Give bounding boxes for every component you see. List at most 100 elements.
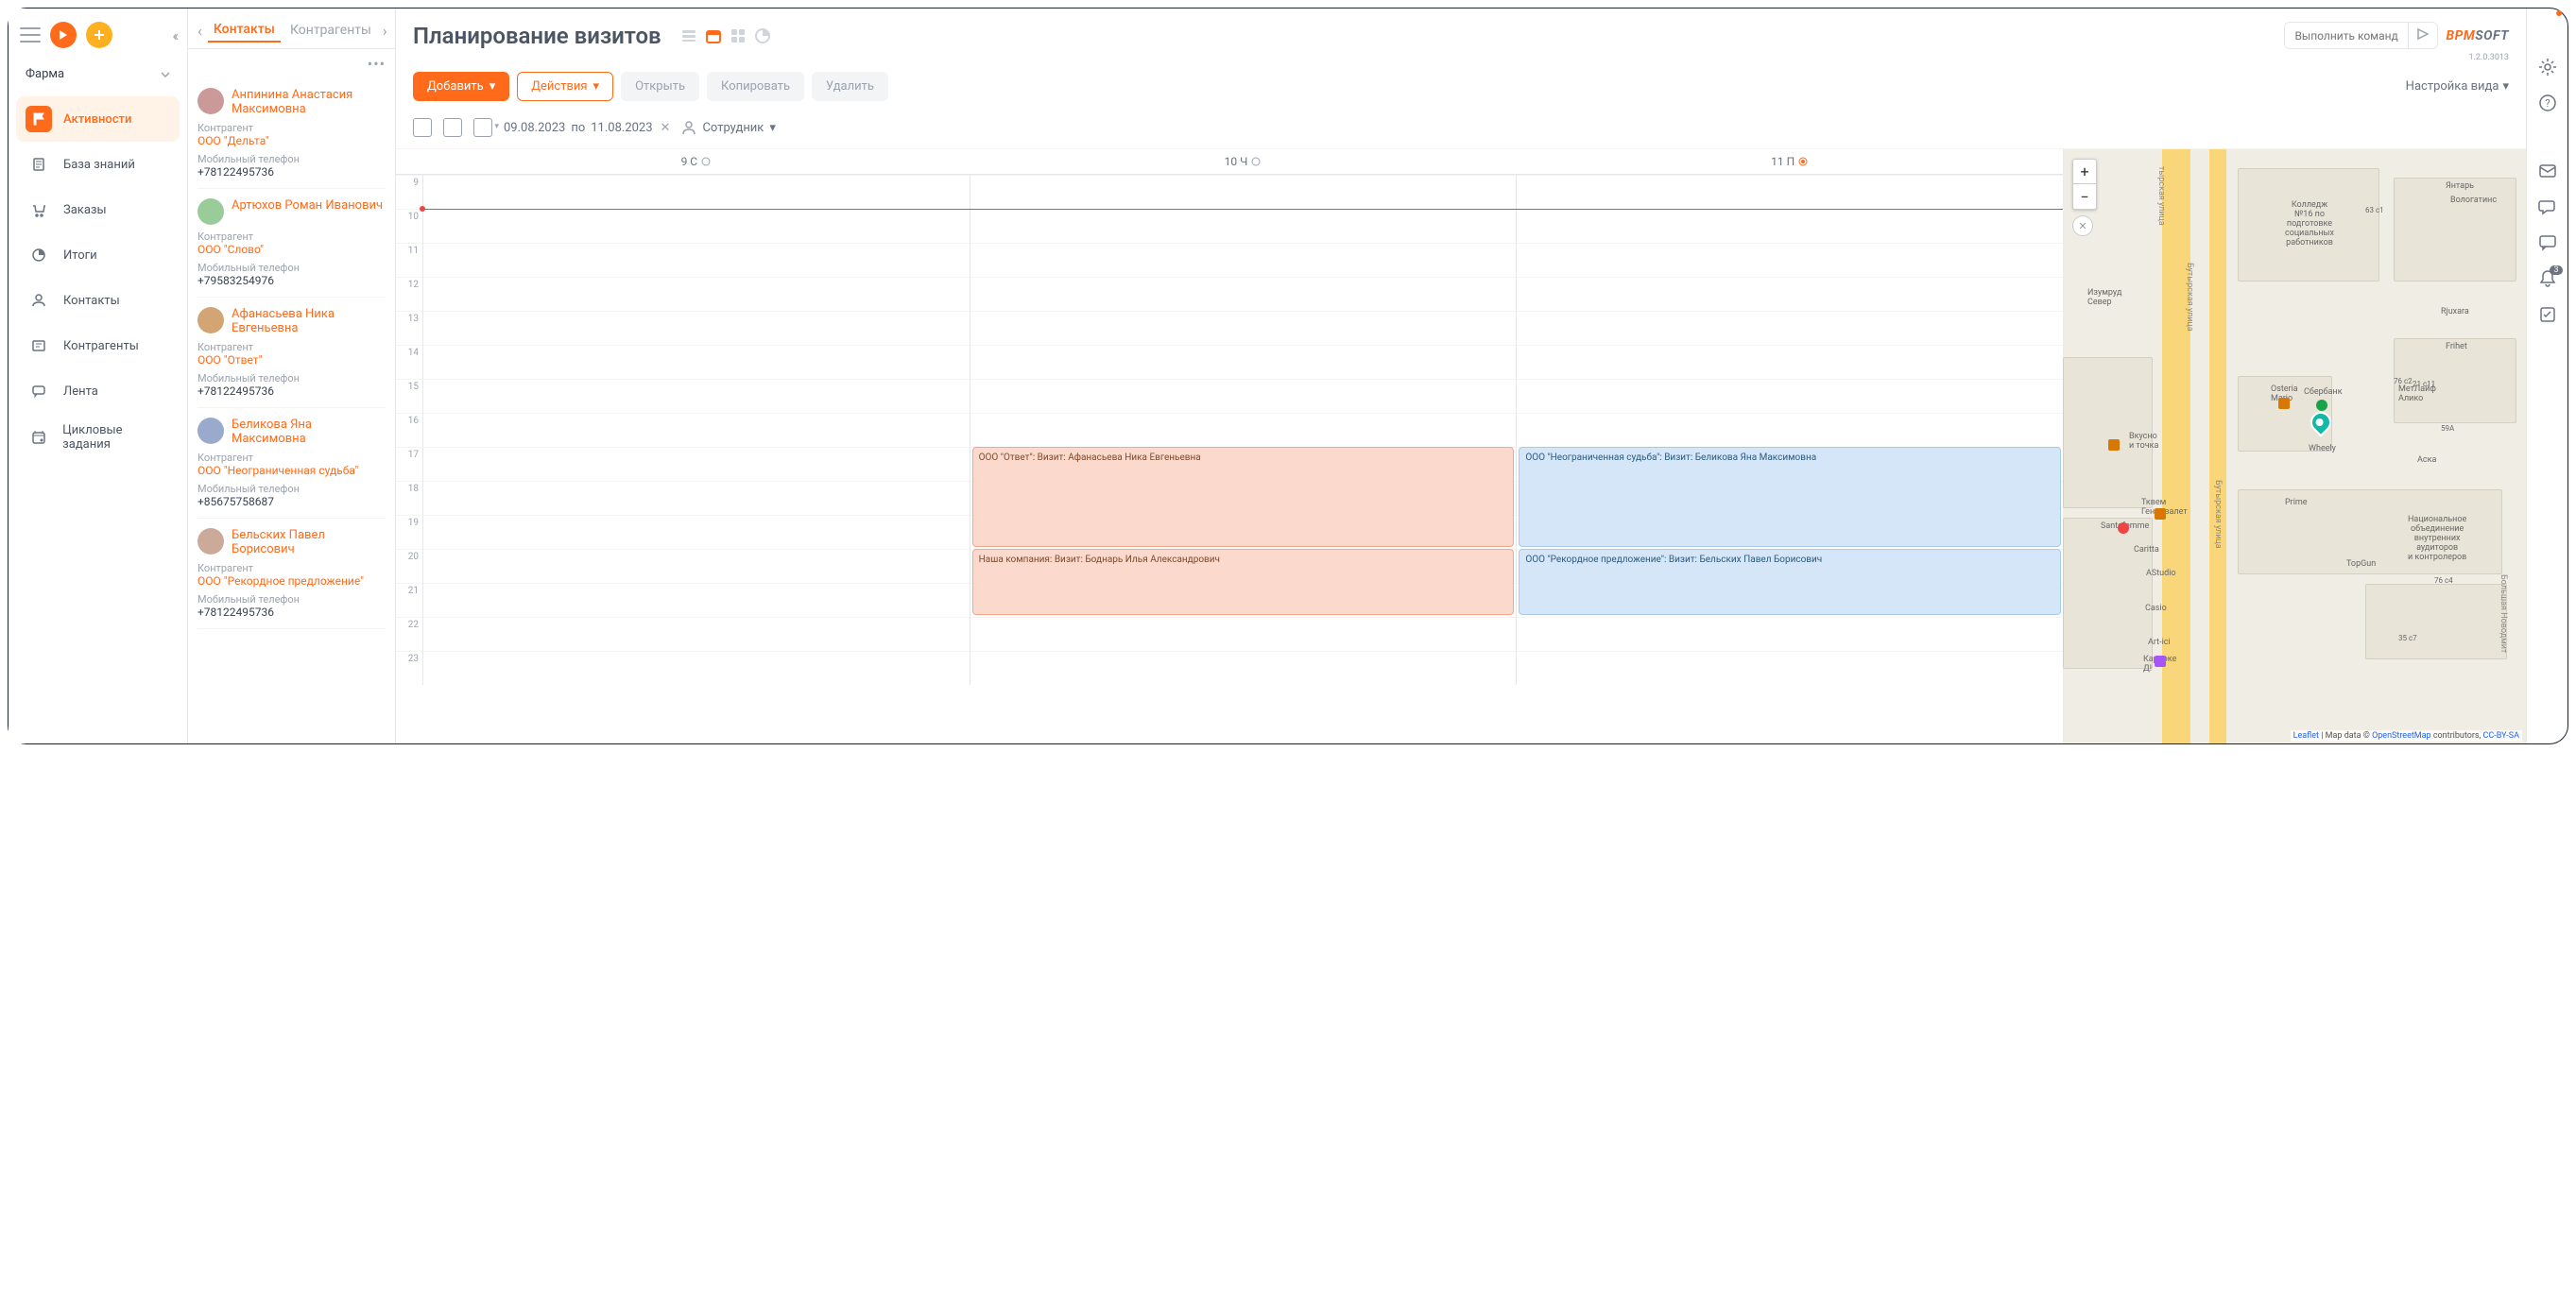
nav-icon [26,196,52,223]
counterparty-value[interactable]: ООО "Ответ" [197,353,386,367]
contact-panel-menu-icon[interactable]: ••• [188,49,395,78]
calendar-today-icon[interactable] [413,118,432,137]
nav-item-0[interactable]: Активности [16,96,180,142]
phone-value: +78122495736 [197,606,386,619]
open-button[interactable]: Открыть [621,72,699,101]
phone-value: +78122495736 [197,165,386,179]
day-column[interactable]: ООО "Ответ": Визит: Афанасьева Ника Евге… [970,175,1517,685]
view-setup-button[interactable]: Настройка вида ▾ [2406,79,2509,94]
hour-label: 14 [396,345,422,379]
quick-add-button[interactable] [86,22,112,48]
date-from[interactable]: 09.08.2023 [504,121,565,135]
notification-badge: 3 [2550,265,2562,275]
clear-date-icon[interactable]: ✕ [661,121,671,135]
calendar-event[interactable]: ООО "Неограниченная судьба": Визит: Бели… [1519,447,2061,547]
contact-name[interactable]: Анпинина Анастасия Максимовна [232,88,386,116]
view-analytics-icon[interactable] [754,27,771,44]
tab-next-icon[interactable]: › [381,22,389,40]
settings-icon[interactable] [2538,58,2557,80]
contact-card[interactable]: Анпинина Анастасия Максимовна КонтрагентО… [197,78,386,189]
counterparty-value[interactable]: ООО "Рекордное предложение" [197,574,386,588]
play-button[interactable] [50,22,77,48]
counterparty-value[interactable]: ООО "Дельта" [197,134,386,147]
view-tile-icon[interactable] [730,27,747,44]
tab-contacts[interactable]: Контакты [208,18,281,43]
nav-icon [26,151,52,178]
mail-icon[interactable] [2538,162,2557,184]
tab-accounts[interactable]: Контрагенты [284,19,377,42]
copy-button[interactable]: Копировать [707,72,804,101]
collapse-nav-icon[interactable]: ‹‹ [172,26,176,44]
nav-icon [26,333,52,359]
day-marker-icon [1251,157,1261,166]
calendar-pick-icon[interactable]: ▾ [473,118,492,137]
content-area: 9 С 10 Ч 11 П 91011121314151617181920212… [396,149,2526,743]
nav-item-6[interactable]: Лента [16,368,180,414]
date-to[interactable]: 11.08.2023 [591,121,652,135]
contact-name[interactable]: Бельских Павел Борисович [232,528,386,556]
nav-item-4[interactable]: Контакты [16,278,180,323]
nav-item-5[interactable]: Контрагенты [16,323,180,368]
contact-panel: ‹ Контакты Контрагенты › ••• Анпинина Ан… [188,9,396,743]
zoom-out-button[interactable]: − [2073,184,2096,209]
contact-name[interactable]: Артюхов Роман Иванович [232,198,383,213]
counterparty-label: Контрагент [197,341,386,353]
view-calendar-icon[interactable] [705,27,722,44]
view-list-icon[interactable] [680,27,697,44]
delete-button[interactable]: Удалить [812,72,888,101]
map[interactable]: Колледж№16 поподготовкесоциальныхработни… [2063,149,2526,743]
nav-item-3[interactable]: Итоги [16,232,180,278]
hour-label: 9 [396,175,422,209]
comment-icon[interactable] [2538,233,2557,256]
calendar-event[interactable]: ООО "Рекордное предложение": Визит: Бель… [1519,549,2061,615]
calendar-event[interactable]: ООО "Ответ": Визит: Афанасьева Ника Евге… [972,447,1515,547]
day-marker-icon [1798,157,1808,166]
map-close-button[interactable]: ✕ [2072,215,2093,236]
map-zoom-control: + − [2072,159,2097,210]
run-command-button[interactable] [2408,23,2437,48]
tab-prev-icon[interactable]: ‹ [196,22,204,40]
zoom-in-button[interactable]: + [2073,160,2096,184]
tasks-icon[interactable] [2538,305,2557,328]
nav-list: АктивностиБаза знанийЗаказыИтогиКонтакты… [16,96,180,461]
contact-name[interactable]: Беликова Яна Максимовна [232,418,386,446]
day-header[interactable]: 10 Ч [970,149,1517,174]
workspace-selector[interactable]: Фарма [16,60,180,89]
day-column[interactable] [422,175,970,685]
toolbar: Добавить ▾ Действия ▾ Открыть Копировать… [396,62,2526,111]
hour-label: 12 [396,277,422,311]
day-header[interactable]: 9 С [422,149,970,174]
phone-label: Мобильный телефон [197,262,386,274]
now-indicator [422,209,2063,210]
contact-name[interactable]: Афанасьева Ника Евгеньевна [232,307,386,335]
notifications-icon[interactable]: 3 [2538,269,2557,292]
nav-item-2[interactable]: Заказы [16,187,180,232]
day-column[interactable]: ООО "Неограниченная судьба": Визит: Бели… [1516,175,2063,685]
chat-icon[interactable] [2538,197,2557,220]
map-tiles: Колледж№16 поподготовкесоциальныхработни… [2063,149,2526,743]
command-input[interactable] [2285,24,2408,48]
contact-card[interactable]: Беликова Яна Максимовна КонтрагентООО "Не… [197,408,386,519]
counterparty-label: Контрагент [197,122,386,134]
nav-item-7[interactable]: Цикловые задания [16,414,180,461]
contact-card[interactable]: Артюхов Роман ИвановичКонтрагентООО "Сло… [197,189,386,298]
help-icon[interactable]: ? [2538,94,2557,116]
hour-label: 11 [396,243,422,277]
calendar-range-icon[interactable] [443,118,462,137]
day-header[interactable]: 11 П [1516,149,2063,174]
actions-button[interactable]: Действия ▾ [517,72,613,101]
counterparty-value[interactable]: ООО "Слово" [197,243,386,256]
phone-label: Мобильный телефон [197,153,386,165]
chevron-down-icon: ▾ [489,79,496,94]
contact-card[interactable]: Бельских Павел БорисовичКонтрагентООО "Р… [197,519,386,629]
nav-item-1[interactable]: База знаний [16,142,180,187]
avatar [197,88,224,114]
employee-filter[interactable]: Сотрудник ▾ [681,120,775,135]
menu-icon[interactable] [20,27,41,43]
calendar-event[interactable]: Наша компания: Визит: Боднарь Илья Алекс… [972,549,1515,615]
add-button[interactable]: Добавить ▾ [413,72,509,101]
calendar-grid: 91011121314151617181920212223ООО "Ответ"… [396,175,2063,685]
contact-card[interactable]: Афанасьева Ника Евгеньевна КонтрагентООО … [197,298,386,408]
counterparty-label: Контрагент [197,452,386,464]
counterparty-value[interactable]: ООО "Неограниченная судьба" [197,464,386,477]
